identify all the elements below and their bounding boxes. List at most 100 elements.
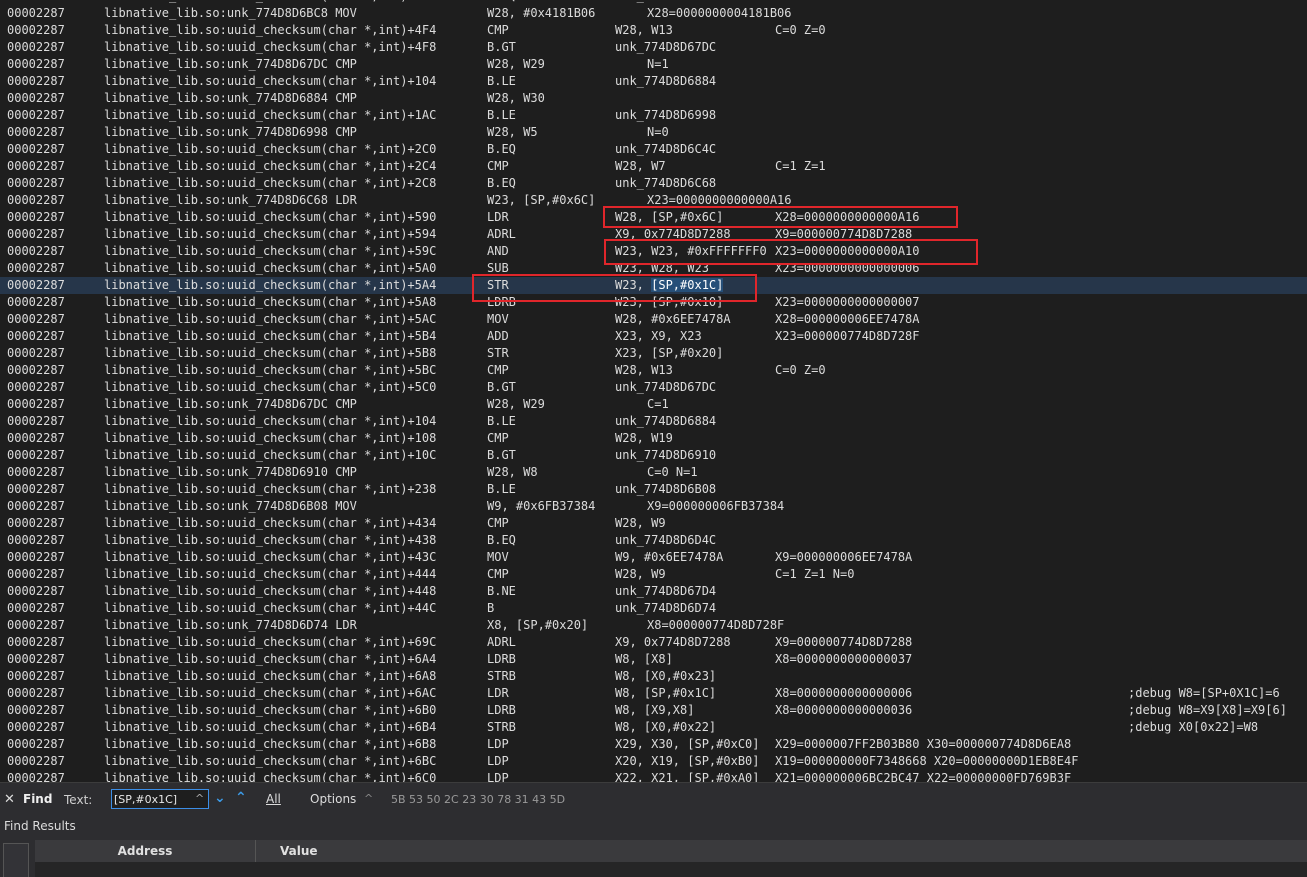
trace-location: libnative_lib.so:uuid_checksum(char *,in… [104,550,437,564]
trace-row[interactable]: 00002287 libnative_lib.so:uuid_checksum(c… [0,685,1307,702]
thread-id: 00002287 [7,40,65,54]
thread-id: 00002287 [7,737,65,751]
column-header-value[interactable]: Value [280,840,318,862]
trace-operand: unk_774D8D67D4 [615,584,717,598]
trace-row[interactable]: 00002287 libnative_lib.so:uuid_checksum(c… [0,719,1307,736]
trace-row[interactable]: 00002287 libnative_lib.so:unk_774D8D6998 … [0,124,1307,141]
trace-row[interactable]: 00002287 libnative_lib.so:uuid_checksum(c… [0,566,1307,583]
trace-operand: X23, [SP,#0x20] [615,346,724,360]
trace-row[interactable]: 00002287 libnative_lib.so:uuid_checksum(c… [0,379,1307,396]
find-previous-icon[interactable]: ⌃ [235,790,247,806]
thread-id: 00002287 [7,363,65,377]
trace-operand: W9, #0x6EE7478A [615,550,724,564]
trace-row[interactable]: 00002287 libnative_lib.so:uuid_checksum(c… [0,736,1307,753]
trace-row[interactable]: 00002287 libnative_lib.so:uuid_checksum(c… [0,651,1307,668]
thread-id: 00002287 [7,669,65,683]
trace-row[interactable]: 00002287 libnative_lib.so:uuid_checksum(c… [0,532,1307,549]
trace-operand: unk_774D8D6D4C [615,533,717,547]
trace-row[interactable]: 00002287 libnative_lib.so:uuid_checksum(c… [0,141,1307,158]
annotation-box-str [472,274,757,302]
close-find-icon[interactable]: ✕ [4,792,15,807]
column-header-address[interactable]: Address [35,840,256,862]
trace-mnemonic: CMP [487,431,509,445]
trace-row[interactable]: 00002287 libnative_lib.so:unk_774D8D67DC … [0,56,1307,73]
trace-row[interactable]: 00002287 libnative_lib.so:unk_774D8D6BC8 … [0,5,1307,22]
trace-row[interactable]: 00002287 libnative_lib.so:uuid_checksum(c… [0,583,1307,600]
trace-register-values: N=0 [647,125,669,139]
find-next-icon[interactable]: ⌄ [214,790,226,806]
thread-id: 00002287 [7,295,65,309]
trace-mnemonic: CMP [487,159,509,173]
trace-location: libnative_lib.so:uuid_checksum(char *,in… [104,771,437,782]
trace-row[interactable]: 00002287 libnative_lib.so:uuid_checksum(c… [0,328,1307,345]
trace-operand: X9, 0x774D8D7288 [615,635,731,649]
trace-location: libnative_lib.so:uuid_checksum(char *,in… [104,431,437,445]
trace-operand: X8, [SP,#0x20] [487,618,589,632]
trace-row[interactable]: 00002287 libnative_lib.so:uuid_checksum(c… [0,39,1307,56]
trace-operand: X20, X19, [SP,#0xB0] [615,754,760,768]
trace-location: libnative_lib.so:uuid_checksum(char *,in… [104,567,437,581]
trace-operand: X22, X21, [SP,#0xA0] [615,771,760,782]
trace-row[interactable]: 00002287 libnative_lib.so:uuid_checksum(c… [0,311,1307,328]
trace-row[interactable]: 00002287 libnative_lib.so:uuid_checksum(c… [0,770,1307,782]
options-caret-icon[interactable]: ^ [364,792,373,805]
trace-mnemonic: ADRL [487,227,516,241]
trace-location: libnative_lib.so:uuid_checksum(char *,in… [104,584,437,598]
trace-mnemonic: B.NE [487,584,516,598]
trace-location: libnative_lib.so:uuid_checksum(char *,in… [104,23,437,37]
trace-row[interactable]: 00002287 libnative_lib.so:unk_774D8D67DC … [0,396,1307,413]
trace-row[interactable]: 00002287 libnative_lib.so:uuid_checksum(c… [0,413,1307,430]
trace-row[interactable]: 00002287 libnative_lib.so:uuid_checksum(c… [0,107,1307,124]
thread-id: 00002287 [7,516,65,530]
thread-id: 00002287 [7,159,65,173]
trace-row[interactable]: 00002287 libnative_lib.so:uuid_checksum(c… [0,430,1307,447]
trace-row[interactable]: 00002287 libnative_lib.so:uuid_checksum(c… [0,481,1307,498]
trace-operand: W8, [SP,#0x1C] [615,686,717,700]
trace-row[interactable]: 00002287 libnative_lib.so:uuid_checksum(c… [0,362,1307,379]
trace-location: libnative_lib.so:uuid_checksum(char *,in… [104,312,437,326]
trace-row[interactable]: 00002287 libnative_lib.so:uuid_checksum(c… [0,73,1307,90]
trace-operand: W28, W29 [487,57,545,71]
trace-operand: unk_774D8D67DC [615,380,717,394]
trace-location: libnative_lib.so:unk_774D8D67DC CMP [104,397,357,411]
trace-row[interactable]: 00002287 libnative_lib.so:unk_774D8D6B08 … [0,498,1307,515]
trace-register-values: X9=000000774D8D7288 [775,635,913,649]
trace-row[interactable]: 00002287 libnative_lib.so:uuid_checksum(c… [0,634,1307,651]
trace-location: libnative_lib.so:uuid_checksum(char *,in… [104,652,437,666]
trace-register-values: X8=0000000000000036 [775,703,913,717]
trace-location: libnative_lib.so:uuid_checksum(char *,in… [104,754,437,768]
trace-view[interactable]: 00002287 libnative_lib.so:uuid_checksum(c… [0,0,1307,782]
trace-row[interactable]: 00002287 libnative_lib.so:uuid_checksum(c… [0,600,1307,617]
find-all-button[interactable]: All [266,792,281,806]
trace-operand: W28, #0x4181B06 [487,6,596,20]
trace-row[interactable]: 00002287 libnative_lib.so:uuid_checksum(c… [0,549,1307,566]
trace-row[interactable]: 00002287 libnative_lib.so:unk_774D8D6884 … [0,90,1307,107]
trace-operand: W8, [X0,#0x23] [615,669,717,683]
trace-row[interactable]: 00002287 libnative_lib.so:unk_774D8D6910 … [0,464,1307,481]
trace-row[interactable]: 00002287 libnative_lib.so:uuid_checksum(c… [0,447,1307,464]
trace-row[interactable]: 00002287 libnative_lib.so:uuid_checksum(c… [0,22,1307,39]
find-hex-bytes: 5B 53 50 2C 23 30 78 31 43 5D [391,793,566,806]
trace-mnemonic: LDR [487,686,509,700]
trace-row[interactable]: 00002287 libnative_lib.so:uuid_checksum(c… [0,753,1307,770]
trace-register-values: C=1 Z=1 N=0 [775,567,855,581]
trace-row[interactable]: 00002287 libnative_lib.so:uuid_checksum(c… [0,668,1307,685]
history-caret-icon[interactable]: ^ [195,792,204,805]
trace-row[interactable]: 00002287 libnative_lib.so:uuid_checksum(c… [0,345,1307,362]
debug-comment: ;debug W8=[SP+0X1C]=6 [1128,686,1280,700]
find-options-button[interactable]: Options [310,792,356,806]
trace-row[interactable]: 00002287 libnative_lib.so:uuid_checksum(c… [0,158,1307,175]
thread-id: 00002287 [7,754,65,768]
trace-row[interactable]: 00002287 libnative_lib.so:uuid_checksum(c… [0,515,1307,532]
thread-id: 00002287 [7,193,65,207]
results-table-body[interactable] [35,862,1307,877]
trace-mnemonic: B.LE [487,74,516,88]
trace-row[interactable]: 00002287 libnative_lib.so:uuid_checksum(c… [0,702,1307,719]
trace-row[interactable]: 00002287 libnative_lib.so:uuid_checksum(c… [0,175,1307,192]
thread-id: 00002287 [7,584,65,598]
trace-location: libnative_lib.so:unk_774D8D6910 CMP [104,465,357,479]
trace-operand: W8, [X8] [615,652,673,666]
trace-register-values: X23=0000000000000007 [775,295,920,309]
trace-row[interactable]: 00002287 libnative_lib.so:unk_774D8D6D74 … [0,617,1307,634]
trace-mnemonic: MOV [487,312,509,326]
